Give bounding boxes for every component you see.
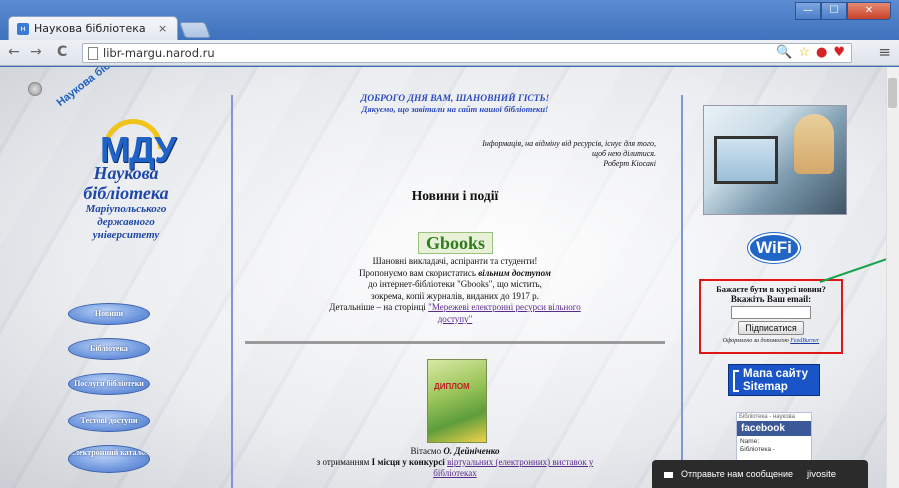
photo-person bbox=[794, 114, 834, 174]
award-middle: з отриманням bbox=[316, 457, 372, 467]
jivosite-chat-bar[interactable]: Отправьте нам сообщение jivosite bbox=[652, 460, 868, 488]
gbooks-announcement: Шановні викладачі, аспіранти та студенти… bbox=[320, 256, 590, 325]
close-window-button[interactable]: ✕ bbox=[847, 2, 891, 20]
wifi-icon: WiFi bbox=[748, 233, 800, 263]
browser-toolbar: ← → C libr-margu.narod.ru 🔍 ☆ ● ♥ ≡ bbox=[0, 40, 899, 66]
library-subtitle: Маріупольського державного університету bbox=[85, 203, 167, 241]
url-text[interactable]: libr-margu.narod.ru bbox=[103, 46, 215, 60]
subscribe-button[interactable]: Підписатися bbox=[738, 321, 804, 335]
photo-monitor bbox=[714, 136, 778, 184]
left-divider bbox=[231, 95, 233, 488]
diploma-image[interactable]: ДИПЛОМ bbox=[427, 359, 487, 443]
award-contest-link[interactable]: віртуальних (електронних) виставок у біб… bbox=[433, 457, 593, 478]
gbooks-line-2b: вільним доступом bbox=[478, 267, 551, 278]
sitemap-bracket-icon bbox=[733, 370, 739, 392]
greeting-block: ДОБРОГО ДНЯ ВАМ, ШАНОВНИЙ ГІСТЬ! Дякуємо… bbox=[330, 94, 580, 115]
sitemap-line-1: Мапа сайту bbox=[743, 368, 808, 380]
subscribe-prompt: Вкажіть Ваш email: bbox=[730, 294, 812, 304]
pocket-icon[interactable]: ♥ bbox=[833, 45, 845, 60]
feedburner-link[interactable]: FeedBurner bbox=[790, 338, 819, 344]
diploma-label: ДИПЛОМ bbox=[434, 382, 470, 391]
chat-label: Отправьте нам сообщение bbox=[681, 469, 794, 479]
chrome-menu-icon[interactable]: ≡ bbox=[878, 43, 891, 61]
tab-close-icon[interactable]: × bbox=[158, 22, 167, 35]
library-title: Наукова бібліотека bbox=[83, 163, 169, 203]
gbooks-line-4: зокрема, копії журналів, виданих до 1917… bbox=[371, 290, 539, 301]
section-divider bbox=[245, 341, 665, 344]
browser-tab[interactable]: н Наукова бібліотека × bbox=[8, 16, 178, 40]
gbooks-line-5: Детальніше – на сторінці bbox=[329, 302, 429, 312]
new-tab-button[interactable] bbox=[179, 22, 211, 38]
nav-library-button[interactable]: Бібліотека bbox=[68, 338, 150, 360]
envelope-icon bbox=[664, 471, 673, 478]
award-name: О. Дейнiченко bbox=[443, 446, 500, 456]
pinterest-icon[interactable]: ● bbox=[816, 45, 827, 60]
quote-author: Роберт Кіосакі bbox=[603, 159, 656, 168]
fb-header: Бібліотека - наукова bbox=[739, 414, 795, 420]
tab-favicon-icon: н bbox=[17, 22, 29, 35]
logo-arc-text: Наукова бібліотека bbox=[54, 67, 144, 109]
page-viewport: Наукова бібліотека МДУ Наукова бібліотек… bbox=[0, 67, 886, 488]
quote-block: Інформація, на відміну від ресурсів, існ… bbox=[468, 139, 656, 169]
gbooks-line-2a: Пропонуємо вам скористатись bbox=[359, 267, 479, 278]
bookmark-star-icon[interactable]: ☆ bbox=[798, 45, 810, 60]
address-bar[interactable]: libr-margu.narod.ru 🔍 ☆ ● ♥ bbox=[82, 43, 852, 63]
nav-catalog-button[interactable]: Електронний каталог bbox=[68, 445, 150, 473]
fb-name-value: Бібліотека - bbox=[740, 446, 775, 453]
gbooks-logo[interactable]: Gbooks bbox=[418, 232, 493, 254]
maximize-button[interactable]: ☐ bbox=[821, 2, 847, 20]
nav-news-button[interactable]: Новини bbox=[68, 303, 150, 325]
page-icon bbox=[88, 47, 98, 60]
back-arrow-icon[interactable]: ← bbox=[8, 44, 20, 60]
subscribe-box: Бажаєте бути в курсі новин? Вкажіть Ваш … bbox=[699, 279, 843, 354]
browser-titlebar: н Наукова бібліотека × — ☐ ✕ bbox=[0, 0, 899, 40]
library-photo bbox=[703, 105, 847, 215]
facebook-logo-icon[interactable]: facebook bbox=[737, 421, 811, 436]
quote-text: Інформація, на відміну від ресурсів, існ… bbox=[482, 139, 656, 158]
nav-test-access-button[interactable]: Тестові доступи bbox=[68, 410, 150, 432]
forward-arrow-icon[interactable]: → bbox=[30, 44, 42, 60]
annotation-arrow-line bbox=[819, 251, 886, 283]
right-divider bbox=[681, 95, 683, 488]
scrollbar-thumb[interactable] bbox=[888, 78, 897, 108]
sitemap-line-2: Sitemap bbox=[743, 381, 788, 393]
address-bar-icons: 🔍 ☆ ● ♥ bbox=[776, 45, 845, 60]
award-announcement: Вітаємо О. Дейнiченко з отриманням І міс… bbox=[315, 446, 595, 479]
settings-circle-icon[interactable] bbox=[28, 82, 42, 96]
powered-text: Оформлено за допомогою bbox=[722, 338, 791, 344]
award-place: І місця у конкурсі bbox=[371, 457, 448, 467]
library-name: Наукова бібліотека Маріупольського держа… bbox=[66, 163, 186, 242]
tab-title: Наукова бібліотека bbox=[34, 22, 146, 35]
nav-services-button[interactable]: Послуги бібліотеки bbox=[68, 373, 150, 395]
email-field[interactable] bbox=[731, 306, 811, 319]
zoom-icon[interactable]: 🔍 bbox=[776, 45, 792, 60]
feedburner-credit: Оформлено за допомогою FeedBurner bbox=[701, 338, 841, 344]
gbooks-line-1: Шановні викладачі, аспіранти та студенти… bbox=[372, 256, 538, 266]
reload-icon[interactable]: C bbox=[57, 44, 67, 60]
page-scrollbar[interactable] bbox=[886, 67, 899, 488]
subscribe-question: Бажаєте бути в курсі новин? bbox=[716, 284, 826, 294]
chat-brand: jivosite bbox=[807, 469, 837, 480]
fb-name-label: Name: bbox=[740, 438, 760, 445]
sitemap-button[interactable]: Мапа сайту Sitemap bbox=[728, 364, 820, 396]
minimize-button[interactable]: — bbox=[795, 2, 821, 20]
gbooks-line-3: до інтернет-бібліотеки "Gbooks", що міст… bbox=[368, 279, 542, 289]
window-controls: — ☐ ✕ bbox=[795, 2, 891, 20]
news-heading: Новини і події bbox=[411, 188, 499, 203]
greeting-title: ДОБРОГО ДНЯ ВАМ, ШАНОВНИЙ ГІСТЬ! bbox=[360, 94, 550, 104]
greeting-subtitle: Дякуємо, що завітали на сайт нашої біблі… bbox=[361, 104, 549, 114]
free-resources-link[interactable]: "Мережеві електронні ресурси вільного до… bbox=[428, 302, 581, 324]
fb-name-block: Name: Бібліотека - bbox=[737, 436, 811, 456]
award-prefix: Вітаємо bbox=[410, 446, 444, 456]
